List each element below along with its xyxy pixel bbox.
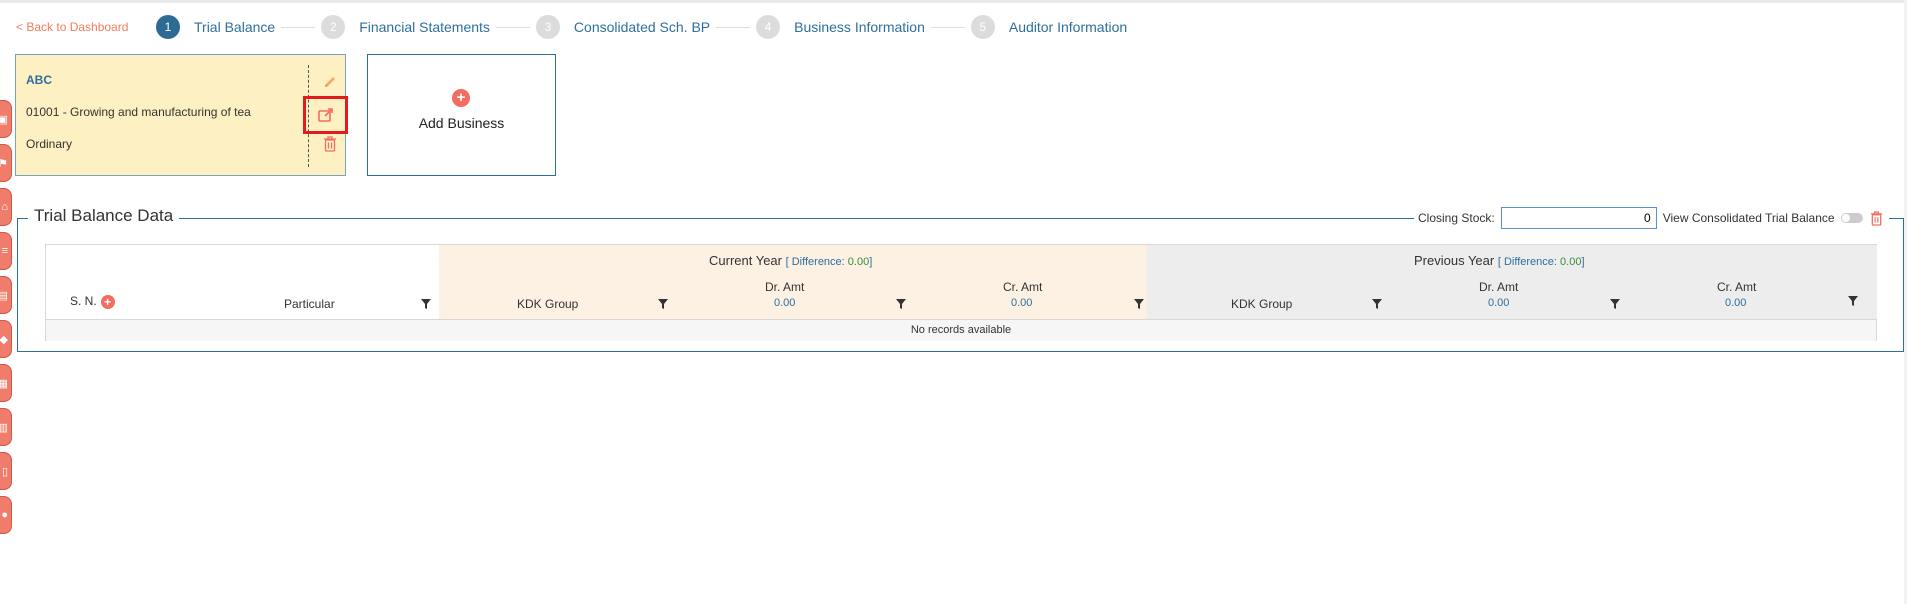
side-tab-2[interactable]: ⚑ [0,144,12,182]
filter-icon[interactable] [1609,298,1621,310]
step-business-information[interactable]: 4 Business Information [756,15,925,39]
filter-icon[interactable] [1133,298,1145,310]
filter-icon[interactable] [895,298,907,310]
previous-year-title: Previous Year [ Difference: 0.00] [1414,253,1585,268]
cy-dr-total: 0.00 [774,297,796,309]
list-icon: ≡ [1,245,8,257]
column-header-particular: Particular [284,297,335,311]
save-icon: ▣ [0,113,8,126]
export-icon [317,108,333,122]
step-label: Financial Statements [359,19,490,35]
filter-icon[interactable] [1847,295,1859,307]
add-row-icon[interactable]: + [100,294,115,309]
step-label: Auditor Information [1008,19,1128,35]
filter-icon[interactable] [420,298,432,310]
column-header-sn: S. N. + [70,294,115,309]
column-header-py-dr-amt: Dr. Amt [1479,280,1519,294]
step-consolidated-sch-bp[interactable]: 3 Consolidated Sch. BP [535,15,711,39]
previous-year-label: Previous Year [1414,253,1495,268]
pencil-icon [325,77,335,87]
step-trial-balance[interactable]: 1 Trial Balance [156,15,275,39]
step-auditor-information[interactable]: 5 Auditor Information [970,15,1128,39]
trial-balance-toolbar: Closing Stock: View Consolidated Trial B… [1414,207,1889,229]
step-number: 1 [156,15,180,39]
step-label: Business Information [794,19,925,35]
side-tab-5[interactable]: ▤ [0,276,12,314]
step-connector [495,26,530,28]
back-to-dashboard-link[interactable]: < Back to Dashboard [16,20,128,34]
closing-stock-input[interactable] [1500,207,1657,229]
side-tab-1[interactable]: ▣ [0,100,12,138]
current-year-difference: [ Difference: 0.00] [785,256,873,268]
table-icon: ▦ [0,377,8,390]
closing-stock-label: Closing Stock: [1418,211,1495,225]
plus-icon: + [452,89,470,107]
column-header-cy-kdk-group: KDK Group [517,297,579,311]
add-business-label: Add Business [418,115,505,131]
user-icon: ● [1,509,8,521]
step-financial-statements[interactable]: 2 Financial Statements [321,15,490,39]
filter-icon[interactable] [657,298,669,310]
book-icon: ▯ [1,465,8,478]
add-business-card[interactable]: + Add Business [367,54,556,176]
flag-icon: ⚑ [0,157,8,170]
view-consolidated-label: View Consolidated Trial Balance [1662,211,1835,225]
filter-icon[interactable] [1371,298,1383,310]
py-cr-total: 0.00 [1725,297,1747,309]
step-connector [716,26,751,28]
previous-year-difference: [ Difference: 0.00] [1497,256,1585,268]
business-card[interactable]: ABC 01001 - Growing and manufacturing of… [15,54,348,176]
step-connector [930,26,965,28]
side-tab-8[interactable]: ▥ [0,408,12,446]
column-header-py-cr-amt: Cr. Amt [1717,280,1757,294]
top-border [0,0,1907,3]
business-name: ABC [26,73,52,87]
step-number: 2 [321,15,346,39]
step-connector [281,26,316,28]
step-label: Consolidated Sch. BP [573,19,711,35]
delete-business-button[interactable] [319,133,341,155]
column-header-cy-cr-amt: Cr. Amt [1003,280,1043,294]
edit-business-button[interactable] [319,71,341,93]
business-code-description: 01001 - Growing and manufacturing of tea [26,105,251,119]
view-consolidated-toggle[interactable] [1840,213,1863,223]
trash-icon [324,136,336,152]
cy-cr-total: 0.00 [1011,297,1033,309]
current-year-label: Current Year [709,253,782,268]
chart-icon: ▥ [0,421,8,434]
side-tab-10[interactable]: ● [0,496,12,534]
side-tab-7[interactable]: ▦ [0,364,12,402]
step-number: 3 [535,15,560,39]
tag-icon: ◆ [0,333,8,346]
current-year-title: Current Year [ Difference: 0.00] [709,253,872,268]
trial-balance-title: Trial Balance Data [28,206,180,226]
trash-icon [1871,210,1883,226]
step-number: 4 [756,15,781,39]
export-business-button[interactable] [303,96,348,134]
step-label: Trial Balance [194,19,276,35]
py-dr-total: 0.00 [1488,297,1510,309]
clear-trial-balance-button[interactable] [1869,209,1885,227]
side-tab-4[interactable]: ≡ [0,232,12,270]
home-icon: ⌂ [1,201,8,213]
column-header-cy-dr-amt: Dr. Amt [765,280,805,294]
trial-balance-grid: Current Year [ Difference: 0.00] Previou… [45,244,1877,341]
wizard-stepper: 1 Trial Balance 2 Financial Statements 3… [156,14,1127,40]
document-icon: ▤ [0,289,8,302]
business-type: Ordinary [26,137,73,151]
side-tab-9[interactable]: ▯ [0,452,12,490]
step-number: 5 [970,15,995,39]
column-header-py-kdk-group: KDK Group [1231,297,1293,311]
side-tab-3[interactable]: ⌂ [0,188,12,226]
empty-grid-message: No records available [46,319,1876,341]
side-tab-6[interactable]: ◆ [0,320,12,358]
